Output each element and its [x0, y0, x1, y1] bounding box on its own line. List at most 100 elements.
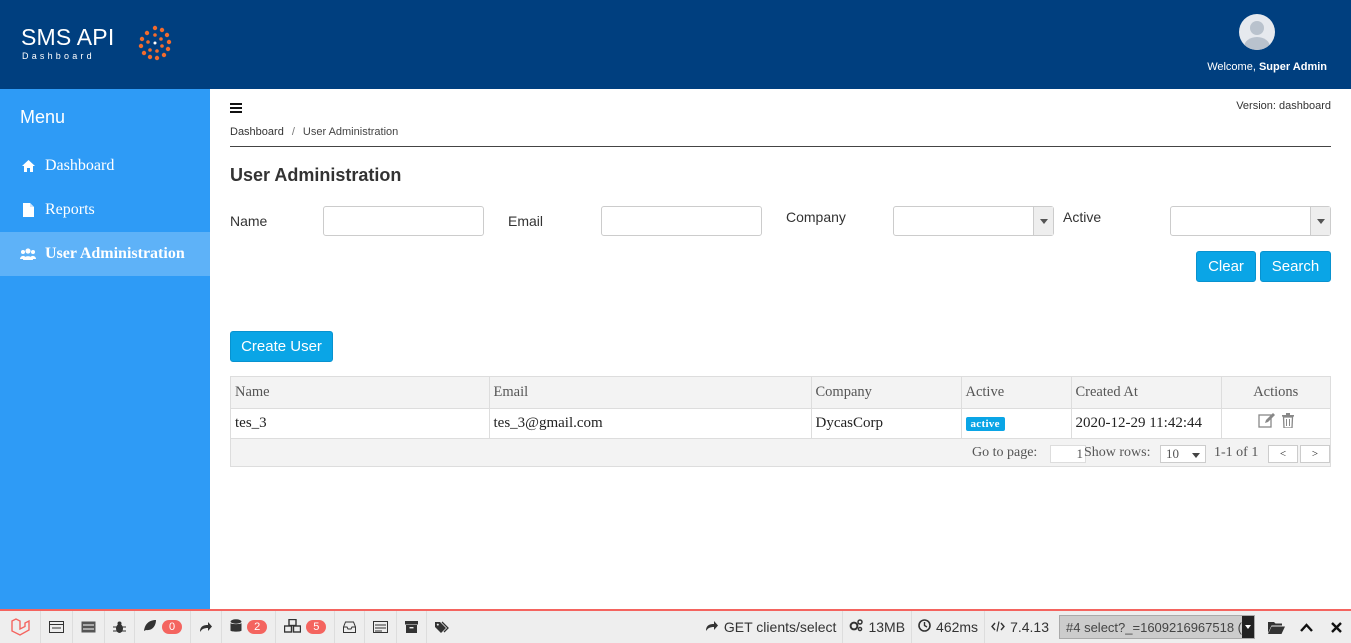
search-button[interactable]: Search: [1260, 251, 1331, 282]
table-row: tes_3 tes_3@gmail.com DycasCorp active 2…: [231, 407, 1330, 438]
welcome-text: Welcome, Super Admin: [1207, 61, 1327, 73]
page-title: User Administration: [230, 165, 402, 185]
sidebar-item-reports[interactable]: Reports: [0, 188, 210, 232]
column-header-name[interactable]: Name: [231, 377, 490, 408]
logo[interactable]: SMS API Dashboard: [21, 24, 172, 61]
request-history-select[interactable]: #4 select?_=1609216967518 (ajax): [1059, 615, 1255, 639]
name-filter-label: Name: [230, 213, 268, 229]
cell-active: active: [961, 407, 1072, 438]
user-name: Super Admin: [1258, 61, 1327, 73]
name-filter-input[interactable]: [323, 206, 484, 236]
close-icon[interactable]: [1321, 621, 1351, 633]
logo-dots-icon: [138, 25, 172, 61]
email-filter-label: Email: [508, 213, 544, 229]
request-info: GET clients/select: [699, 611, 843, 643]
users-table: Name Email Company Active Created At Act…: [230, 376, 1331, 467]
prev-page-button[interactable]: <: [1268, 445, 1298, 463]
sidebar-item-dashboard[interactable]: Dashboard: [0, 144, 210, 188]
cell-actions: [1221, 407, 1330, 438]
database-icon: [230, 618, 242, 636]
clear-button[interactable]: Clear: [1196, 251, 1256, 282]
company-filter-label: Company: [786, 209, 846, 225]
inbox-tab-icon[interactable]: [335, 611, 366, 643]
tags-tab-icon[interactable]: [427, 611, 458, 643]
route-tab-icon[interactable]: [191, 611, 223, 643]
time-value: 462ms: [936, 619, 979, 635]
code-icon: [991, 619, 1005, 635]
models-tab[interactable]: 5: [276, 611, 336, 643]
php-version-info: 7.4.13: [984, 611, 1055, 643]
clock-icon: [918, 619, 931, 635]
breadcrumb-dashboard[interactable]: Dashboard: [230, 126, 284, 138]
welcome-prefix: Welcome,: [1207, 61, 1256, 73]
bug-icon[interactable]: [105, 611, 135, 643]
leaf-icon: [143, 619, 157, 635]
chevron-down-icon[interactable]: [1310, 207, 1330, 235]
page-range: 1-1 of 1: [1214, 445, 1259, 460]
chevron-up-icon[interactable]: [1291, 622, 1321, 632]
request-label: GET clients/select: [723, 619, 837, 635]
column-header-actions: Actions: [1221, 377, 1330, 408]
request-tab-icon[interactable]: [365, 611, 398, 643]
php-version-value: 7.4.13: [1010, 619, 1049, 635]
table-header-row: Name Email Company Active Created At Act…: [231, 377, 1330, 408]
cogs-icon: [849, 619, 864, 635]
cell-email: tes_3@gmail.com: [489, 407, 812, 438]
divider: [230, 146, 1331, 147]
chevron-down-icon[interactable]: [1242, 616, 1254, 638]
sidebar-item-label: Reports: [45, 201, 95, 218]
sidebar-item-label: Dashboard: [45, 157, 115, 174]
file-icon: [20, 203, 36, 217]
status-badge: active: [965, 416, 1005, 431]
create-user-button[interactable]: Create User: [230, 331, 333, 362]
folder-open-icon[interactable]: [1261, 621, 1291, 634]
sidebar-item-label: User Administration: [45, 245, 185, 262]
queries-tab[interactable]: 2: [222, 611, 277, 643]
memory-info: 13MB: [842, 611, 911, 643]
user-silhouette-icon: [1244, 21, 1270, 50]
trash-icon[interactable]: [1281, 413, 1294, 433]
cubes-icon: [284, 618, 302, 636]
next-page-button[interactable]: >: [1300, 445, 1330, 463]
column-header-email[interactable]: Email: [489, 377, 812, 408]
timeline-tab-icon[interactable]: [73, 611, 105, 643]
archive-tab-icon[interactable]: [397, 611, 428, 643]
debug-bar-right: GET clients/select 13MB 462ms 7.4.13 #4 …: [699, 611, 1351, 643]
breadcrumb: Dashboard / User Administration: [230, 126, 398, 138]
breadcrumb-separator: /: [291, 126, 295, 138]
queries-count-badge: 2: [247, 620, 268, 634]
menu-title: Menu: [20, 107, 66, 127]
column-header-company[interactable]: Company: [811, 377, 962, 408]
time-info: 462ms: [911, 611, 984, 643]
logo-subtitle: Dashboard: [22, 51, 95, 61]
user-menu[interactable]: Welcome, Super Admin: [1187, 14, 1327, 73]
column-header-created-at[interactable]: Created At: [1071, 377, 1222, 408]
sidebar-item-user-administration[interactable]: User Administration: [0, 232, 210, 276]
goto-page-input[interactable]: 1: [1050, 445, 1086, 463]
request-history-value: #4 select?_=1609216967518 (ajax): [1066, 619, 1255, 635]
active-filter-select[interactable]: [1170, 206, 1331, 236]
views-tab[interactable]: 0: [135, 611, 192, 643]
chevron-down-icon[interactable]: [1033, 207, 1053, 235]
messages-tab-icon[interactable]: [41, 611, 73, 643]
version-text: Version: dashboard: [1236, 100, 1331, 112]
laravel-logo-icon[interactable]: [0, 611, 41, 643]
show-rows-select[interactable]: 10: [1160, 445, 1206, 463]
hamburger-menu-icon[interactable]: [230, 103, 242, 113]
breadcrumb-current: User Administration: [302, 126, 399, 138]
sidebar: Menu Dashboard Reports User Administrati…: [0, 89, 210, 609]
active-filter-label: Active: [1063, 209, 1102, 225]
memory-value: 13MB: [868, 619, 906, 635]
email-filter-input[interactable]: [601, 206, 762, 236]
home-icon: [20, 160, 36, 172]
goto-page-label: Go to page:: [972, 445, 1038, 460]
logo-title: SMS API: [21, 24, 115, 50]
cell-name: tes_3: [231, 407, 490, 438]
edit-icon[interactable]: [1258, 413, 1276, 433]
share-icon: [705, 619, 719, 635]
users-icon: [20, 248, 36, 260]
top-header: SMS API Dashboard Welcome, Super Admin: [0, 0, 1351, 89]
column-header-active[interactable]: Active: [961, 377, 1072, 408]
company-filter-select[interactable]: [893, 206, 1054, 236]
avatar[interactable]: [1239, 14, 1275, 50]
